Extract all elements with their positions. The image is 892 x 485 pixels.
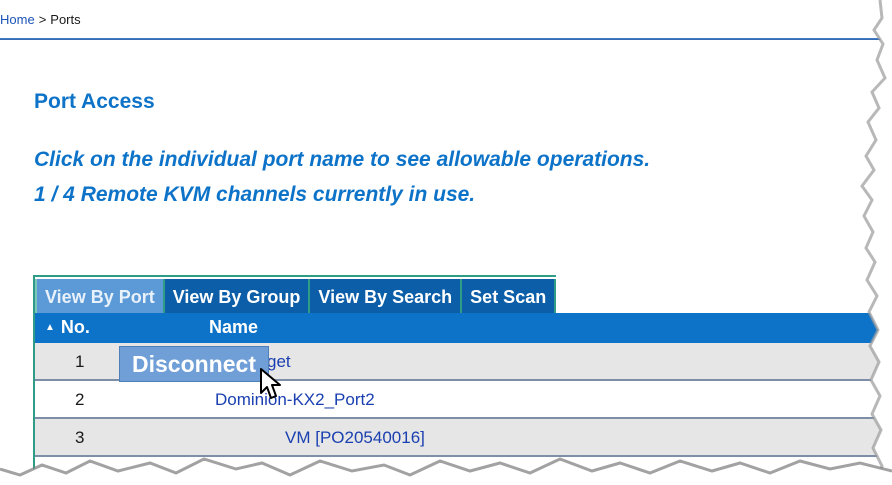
sort-ascending-icon: ▲	[45, 322, 55, 333]
column-header-name[interactable]: Name	[209, 317, 258, 338]
table-header: ▲ No. Name	[35, 313, 892, 343]
breadcrumb-separator: >	[38, 12, 47, 27]
breadcrumb-current: Ports	[50, 12, 81, 27]
table-row: 2 Dominion-KX2_Port2	[35, 381, 892, 419]
torn-edge-right	[860, 0, 892, 485]
breadcrumb-home-link[interactable]: Home	[0, 12, 35, 27]
mouse-pointer-icon	[260, 368, 281, 399]
header-divider	[0, 38, 892, 40]
tab-view-by-port[interactable]: View By Port	[35, 279, 165, 315]
port-number: 1	[75, 352, 85, 371]
tab-set-scan[interactable]: Set Scan	[462, 279, 557, 315]
port-name-link[interactable]: Dominion-KX2_Port2	[215, 390, 375, 410]
breadcrumb: Home > Ports	[0, 12, 81, 27]
torn-edge-bottom	[0, 457, 892, 485]
channel-usage-text: 1 / 4 Remote KVM channels currently in u…	[34, 183, 476, 206]
disconnect-button[interactable]: Disconnect	[119, 346, 269, 382]
tab-view-by-search[interactable]: View By Search	[310, 279, 463, 315]
tab-view-by-group[interactable]: View By Group	[164, 279, 311, 315]
column-header-no[interactable]: ▲ No.	[45, 317, 90, 338]
column-header-no-label: No.	[60, 317, 90, 337]
instruction-text: Click on the individual port name to see…	[34, 148, 651, 171]
view-tabs: View By Port View By Group View By Searc…	[35, 275, 557, 315]
port-number: 2	[75, 390, 85, 409]
page-title: Port Access	[34, 90, 155, 113]
